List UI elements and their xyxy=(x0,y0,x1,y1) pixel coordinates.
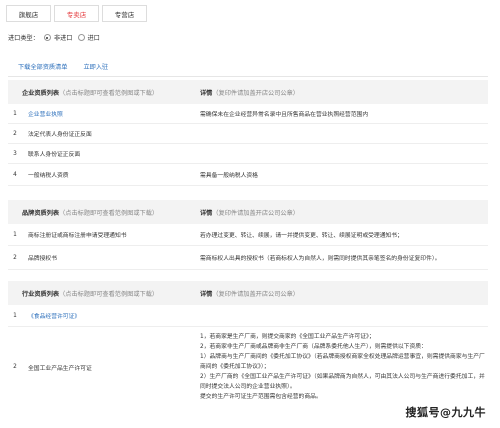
apply-now-link[interactable]: 立即入驻 xyxy=(84,62,109,71)
section-title: 品牌资质列表 xyxy=(22,209,60,217)
radio-import-label: 进口 xyxy=(87,35,100,42)
section-title: 企业资质列表 xyxy=(22,89,60,97)
detail-hint: （复印件请加盖开店公司公章） xyxy=(212,89,299,97)
detail-line: 2）生产厂商的《全国工业产品生产许可证》（如果品牌商为自然人，可由其法人公司与生… xyxy=(200,374,485,390)
enterprise-qualification-section: 企业资质列表（点击标题即可查看范例图或下载） 详情（复印件请加盖开店公司公章） … xyxy=(8,80,488,186)
import-type-row: 进口类型： 非进口 进口 xyxy=(8,34,100,42)
divider xyxy=(8,76,488,77)
table-row: 1 企业营业执照 需确保未在企业经营异常名录中且所售商品在营业执照经营范围内 xyxy=(8,104,488,124)
row-detail: 若办理过变更、转让、续展，请一并提供变更、转让、续展证明或受理通知书； xyxy=(200,233,403,239)
qualification-link[interactable]: 《食品经营许可证》 xyxy=(22,311,200,320)
watermark: 搜狐号@九九牛 xyxy=(405,406,486,419)
section-header: 企业资质列表（点击标题即可查看范例图或下载） 详情（复印件请加盖开店公司公章） xyxy=(8,80,488,104)
row-detail: 1，若商家是生产厂商，则提交商家的《全国工业产品生产许可证》； 2，若商家非生产… xyxy=(200,332,488,402)
store-type-tabs: 旗舰店 专卖店 专营店 xyxy=(6,5,150,22)
section-title: 行业资质列表 xyxy=(22,290,60,298)
action-links: 下载全部资质清单 立即入驻 xyxy=(18,62,124,71)
detail-line: 提交的生产许可证生产范围需包含经营的商品。 xyxy=(200,394,322,400)
detail-title: 详情 xyxy=(200,89,213,97)
table-row: 2 法定代表人身份证正反面 xyxy=(8,124,488,144)
row-number: 2 xyxy=(13,254,17,261)
detail-title: 详情 xyxy=(200,209,213,217)
row-number: 1 xyxy=(13,231,17,238)
table-row: 1 商标注册证或商标注册申请受理通知书 若办理过变更、转让、续展，请一并提供变更… xyxy=(8,224,488,246)
row-detail: 需商标权人出具的授权书（若商标权人为自然人，则需同时提供其亲笔签名的身份证复印件… xyxy=(200,256,441,262)
table-row: 2 品牌授权书 需商标权人出具的授权书（若商标权人为自然人，则需同时提供其亲笔签… xyxy=(8,246,488,270)
qualification-name[interactable]: 法定代表人身份证正反面 xyxy=(22,129,200,138)
detail-hint: （复印件请加盖开店公司公章） xyxy=(212,290,299,298)
section-hint: （点击标题即可查看范例图或下载） xyxy=(59,290,159,298)
industry-qualification-section: 行业资质列表（点击标题即可查看范例图或下载） 详情（复印件请加盖开店公司公章） … xyxy=(8,281,488,407)
row-number: 1 xyxy=(13,110,17,117)
qualification-name[interactable]: 一般纳税人资质 xyxy=(22,170,200,179)
row-number: 3 xyxy=(13,150,17,157)
row-number: 2 xyxy=(13,364,17,370)
table-row: 2 全国工业产品生产许可证 1，若商家是生产厂商，则提交商家的《全国工业产品生产… xyxy=(8,327,488,407)
qualification-name[interactable]: 品牌授权书 xyxy=(22,253,200,262)
row-detail: 需确保未在企业经营异常名录中且所售商品在营业执照经营范围内 xyxy=(200,112,369,118)
qualification-link[interactable]: 企业营业执照 xyxy=(22,109,200,118)
detail-line: 1，若商家是生产厂商，则提交商家的《全国工业产品生产许可证》； xyxy=(200,334,375,340)
detail-hint: （复印件请加盖开店公司公章） xyxy=(212,209,299,217)
table-row: 1 《食品经营许可证》 xyxy=(8,305,488,327)
section-header: 品牌资质列表（点击标题即可查看范例图或下载） 详情（复印件请加盖开店公司公章） xyxy=(8,200,488,224)
radio-non-import-label: 非进口 xyxy=(53,35,73,42)
brand-qualification-section: 品牌资质列表（点击标题即可查看范例图或下载） 详情（复印件请加盖开店公司公章） … xyxy=(8,200,488,270)
qualification-name[interactable]: 联系人身份证正反面 xyxy=(22,149,200,158)
import-type-label: 进口类型 xyxy=(8,35,33,42)
row-number: 1 xyxy=(13,312,17,319)
tab-specialty[interactable]: 专营店 xyxy=(102,5,147,22)
tab-flagship[interactable]: 旗舰店 xyxy=(6,5,51,22)
detail-line: 1）品牌商与生产厂商间的《委托加工协议》（若品牌商授权商家全权处理品牌运营事宜，… xyxy=(200,354,485,370)
section-hint: （点击标题即可查看范例图或下载） xyxy=(59,89,159,97)
detail-title: 详情 xyxy=(200,290,213,298)
download-all-link[interactable]: 下载全部资质清单 xyxy=(18,62,68,71)
tab-exclusive[interactable]: 专卖店 xyxy=(54,5,99,22)
detail-line: 2，若商家非生产厂商或品牌商非生产厂商（品牌系委托他人生产），则需提供以下资质： xyxy=(200,344,427,350)
section-header: 行业资质列表（点击标题即可查看范例图或下载） 详情（复印件请加盖开店公司公章） xyxy=(8,281,488,305)
table-row: 3 联系人身份证正反面 xyxy=(8,144,488,164)
table-row: 4 一般纳税人资质 需具备一般纳税人资格 xyxy=(8,164,488,186)
qualification-name[interactable]: 全国工业产品生产许可证 xyxy=(22,363,200,372)
row-number: 2 xyxy=(13,130,17,137)
row-number: 4 xyxy=(13,171,17,178)
qualification-name[interactable]: 商标注册证或商标注册申请受理通知书 xyxy=(22,230,200,239)
row-detail: 需具备一般纳税人资格 xyxy=(200,173,258,179)
radio-import[interactable] xyxy=(77,34,85,41)
radio-non-import[interactable] xyxy=(43,34,51,41)
section-hint: （点击标题即可查看范例图或下载） xyxy=(59,209,159,217)
